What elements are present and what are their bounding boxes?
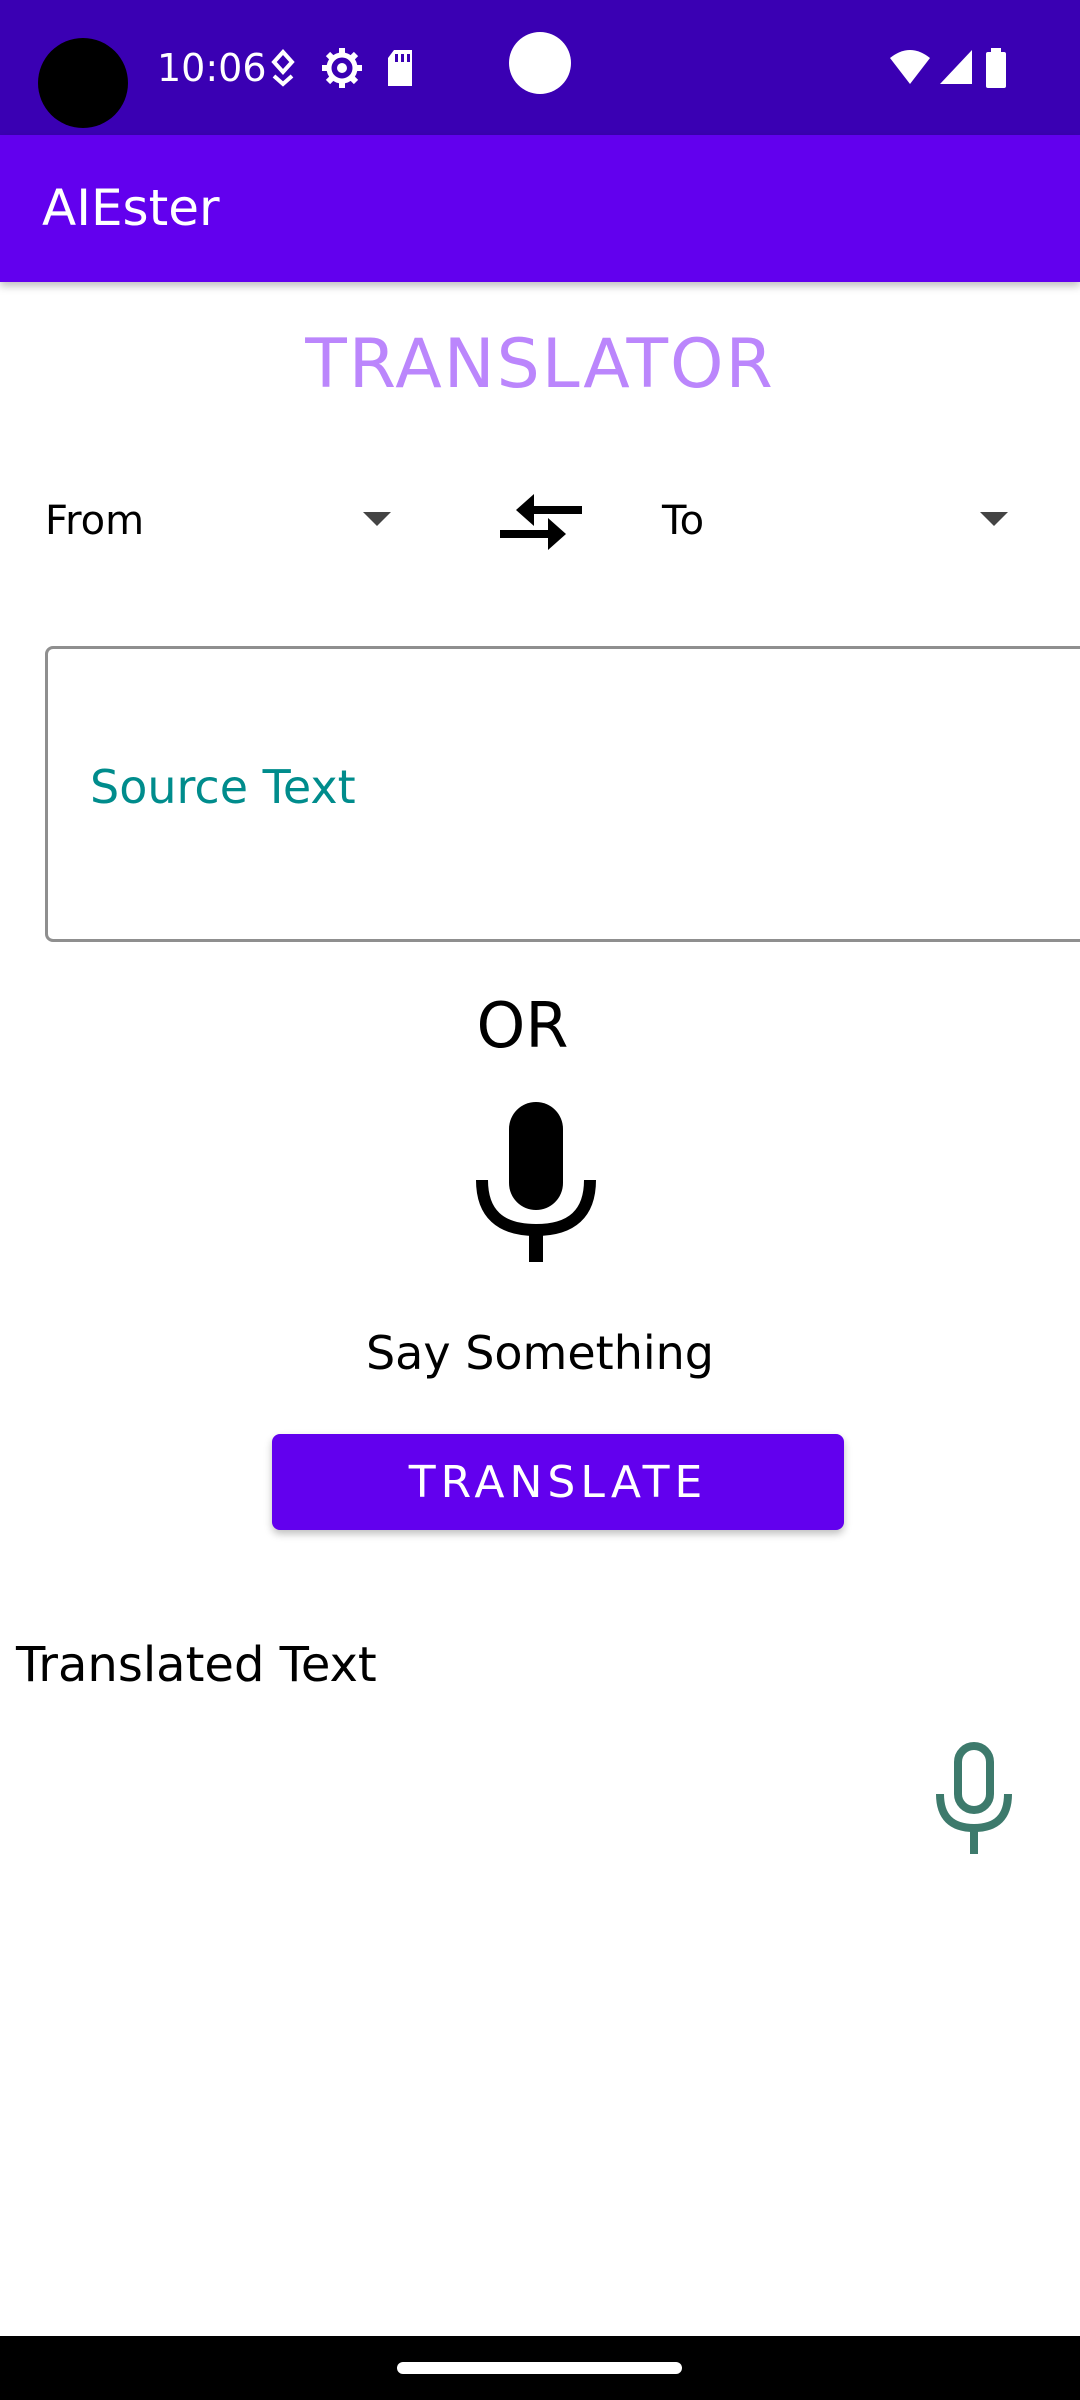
status-time: 10:06 (157, 46, 267, 90)
translated-text-label: Translated Text (16, 1637, 377, 1693)
app-bar: AIEster (0, 135, 1080, 282)
settings-gear-icon (322, 48, 362, 88)
from-language-spinner[interactable]: From (45, 486, 405, 556)
swap-languages-icon[interactable] (498, 490, 584, 554)
battery-icon (986, 48, 1006, 88)
sd-card-icon (388, 50, 412, 86)
page-title: TRANSLATOR (305, 325, 775, 404)
to-language-spinner[interactable]: To (662, 486, 1012, 556)
from-language-label: From (45, 498, 145, 544)
status-bar: 10:06 (0, 0, 1080, 135)
camera-cutout (38, 38, 128, 128)
say-something-label: Say Something (365, 1326, 714, 1380)
microphone-icon[interactable] (476, 1100, 596, 1262)
signal-icon (940, 50, 972, 84)
location-icon (271, 49, 295, 87)
app-title: AIEster (42, 179, 220, 237)
home-indicator[interactable] (397, 2362, 682, 2374)
source-text-input[interactable] (88, 759, 992, 815)
or-label: OR (476, 989, 569, 1062)
speak-translation-mic-icon[interactable] (934, 1742, 1014, 1854)
status-center-dot (509, 32, 571, 94)
screen: 10:06 AIEster TRANSLATOR From To Source … (0, 0, 1080, 2400)
wifi-icon (890, 50, 930, 84)
source-text-box (45, 646, 1080, 942)
to-dropdown-arrow-icon (980, 512, 1008, 526)
from-dropdown-arrow-icon (363, 512, 391, 526)
to-language-label: To (662, 498, 705, 544)
translate-button[interactable]: TRANSLATE (272, 1434, 844, 1530)
